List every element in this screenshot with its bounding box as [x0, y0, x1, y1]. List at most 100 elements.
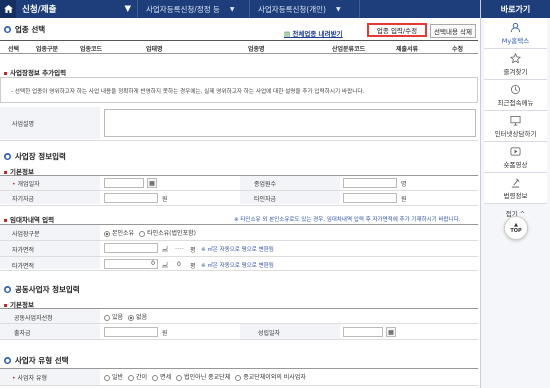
quick-link-label: 최근접속메뉴 [497, 98, 534, 107]
extra-info-desc-box: - 선택한 업종이 영위하고자 하는 사업 내용을 정확하게 반영하지 못하는 … [0, 77, 478, 103]
label-cell-bg [240, 324, 340, 339]
joint-yes-option[interactable]: 있음 [104, 312, 123, 321]
radio-icon [139, 230, 146, 237]
section-bullet-icon: ● [4, 26, 11, 33]
section-bullet-icon: ● [4, 286, 11, 293]
industry-section-title: ● 업종 선택 [4, 24, 45, 35]
table-header-border [0, 53, 478, 54]
quick-link-recent[interactable]: 최근접속메뉴 [484, 80, 547, 111]
industry-input-button[interactable]: 업종 입력/수정 [367, 23, 427, 37]
site-own-option[interactable]: 본인소유 [104, 228, 134, 237]
quick-link-short-video[interactable]: 숏폼영상 [484, 142, 547, 173]
open-date-input[interactable] [104, 178, 144, 188]
site-other-option[interactable]: 타인소유(법인포함) [139, 228, 196, 237]
radio-icon [235, 374, 242, 381]
business-description-label: 사업설명 [12, 121, 35, 128]
person-icon [510, 22, 521, 32]
joint-no-option[interactable]: 없음 [128, 312, 147, 321]
other-area-input[interactable]: 0 [104, 259, 158, 269]
joint-no-label: 없음 [136, 314, 148, 321]
agreement-date-label: 성립일자 [258, 330, 281, 337]
business-description-textarea[interactable] [104, 109, 476, 137]
radio-icon [176, 374, 183, 381]
quick-link-law-info[interactable]: 법령정보 [484, 173, 547, 204]
breadcrumb-level1-label: 신청/제출 [22, 5, 57, 15]
column-documents: 제출서류 [396, 46, 419, 53]
divider [0, 256, 478, 257]
other-area-sqm-unit: ㎡ [162, 263, 169, 270]
other-area-pyeong-unit: 평 [190, 263, 196, 270]
own-funds-input[interactable] [104, 193, 158, 203]
divider [0, 205, 478, 206]
joint-radio-group: 있음 없음 [104, 312, 147, 321]
column-industry-name: 업종명 [248, 46, 265, 53]
calendar-button[interactable]: ▦ [147, 178, 157, 188]
column-business-type: 업태명 [146, 46, 163, 53]
home-icon [3, 5, 13, 13]
breadcrumb-level3[interactable]: 사업자등록신청(개인) ▼ [250, 0, 360, 18]
divider [0, 323, 478, 324]
quick-link-favorites[interactable]: 즐겨찾기 [484, 49, 547, 80]
employees-input[interactable] [343, 178, 397, 188]
breadcrumb-bar: 신청/제출 ▼ 사업자등록신청/정정 등 ▼ 사업자등록신청(개인) ▼ [0, 0, 480, 18]
quick-links-title: 바로가기 [481, 0, 550, 18]
biz-type-religious-label: 법인아닌 종교단체 [184, 374, 231, 381]
joint-select-label: 공동사업자선정 [14, 315, 53, 322]
radio-icon [152, 374, 159, 381]
breadcrumb-level1[interactable]: 신청/제출 ▼ [16, 0, 138, 18]
quick-link-my-hometax[interactable]: My홈택스 [484, 18, 547, 49]
biz-type-simple-option[interactable]: 간이 [128, 372, 147, 381]
quick-link-label: 법령정보 [503, 191, 528, 200]
calendar-icon: ▦ [388, 328, 394, 336]
site-own-label: 본인소유 [112, 230, 135, 237]
scale-icon [511, 178, 520, 187]
chevron-down-icon: ▼ [229, 5, 235, 13]
other-funds-input[interactable] [343, 193, 397, 203]
radio-icon [128, 374, 135, 381]
main-content: ● 업종 선택 ▤ 전체업종 내려받기 업종 입력/수정 선택내용 삭제 선택 … [0, 18, 480, 388]
own-funds-unit: 원 [162, 196, 168, 203]
radio-selected-icon [128, 314, 135, 321]
own-area-dash: ---- [175, 245, 184, 252]
breadcrumb-level3-label: 사업자등록신청(개인) [258, 4, 326, 14]
biz-type-section-title: ● 사업자 유형 선택 [4, 355, 69, 366]
clock-icon [511, 84, 520, 94]
biz-type-simple-label: 간이 [136, 374, 148, 381]
biz-type-exempt-option[interactable]: 면세 [152, 372, 171, 381]
investment-input[interactable] [104, 327, 158, 337]
download-all-industries-link[interactable]: ▤ 전체업종 내려받기 [284, 28, 343, 38]
column-select: 선택 [8, 46, 20, 53]
open-date-label: 개업일자 [12, 179, 40, 188]
own-area-label: 자가면적 [12, 247, 35, 254]
own-area-note: ※ ㎡은 자동으로 평으로 변환됨 [201, 247, 274, 253]
download-link-text: 전체업종 내려받기 [292, 30, 343, 38]
own-area-pyeong-unit: 평 [190, 247, 196, 254]
own-area-input[interactable] [104, 243, 158, 253]
quick-link-label: My홈택스 [501, 36, 530, 45]
biz-type-religious-option[interactable]: 법인아닌 종교단체 [176, 372, 230, 381]
delete-selection-button[interactable]: 선택내용 삭제 [430, 24, 476, 38]
divider [0, 385, 478, 386]
own-funds-label: 자기자금 [12, 196, 35, 203]
site-other-label: 타인소유(법인포함) [147, 230, 196, 237]
biz-type-general-option[interactable]: 일반 [104, 372, 123, 381]
business-info-title-text: 사업장 정보입력 [15, 152, 66, 161]
breadcrumb-level2[interactable]: 사업자등록신청/정정 등 ▼ [138, 0, 250, 18]
biz-type-nonbusiness-option[interactable]: 종교단체이외의 비사업자 [235, 372, 306, 381]
column-industry-code: 업종코드 [80, 46, 103, 53]
radio-selected-icon [104, 230, 110, 237]
industry-title-text: 업종 선택 [15, 25, 46, 34]
calendar-icon: ▦ [149, 179, 155, 187]
quick-link-online-consult[interactable]: 인터넷상담하기 [484, 111, 547, 142]
calendar-button[interactable]: ▦ [386, 327, 396, 337]
table-top-border [0, 40, 478, 41]
employees-label: 종업원수 [254, 181, 277, 188]
other-funds-label: 타인자금 [254, 196, 277, 203]
extra-info-title: 사업장정보 추가입력 [4, 67, 66, 77]
scroll-top-button[interactable]: ▲ TOP [504, 216, 528, 240]
agreement-date-input[interactable] [343, 327, 383, 337]
home-button[interactable] [0, 0, 16, 18]
breadcrumb-level2-label: 사업자등록신청/정정 등 [146, 4, 220, 14]
chevron-down-icon: ▼ [124, 4, 131, 14]
other-funds-unit: 원 [401, 196, 407, 203]
